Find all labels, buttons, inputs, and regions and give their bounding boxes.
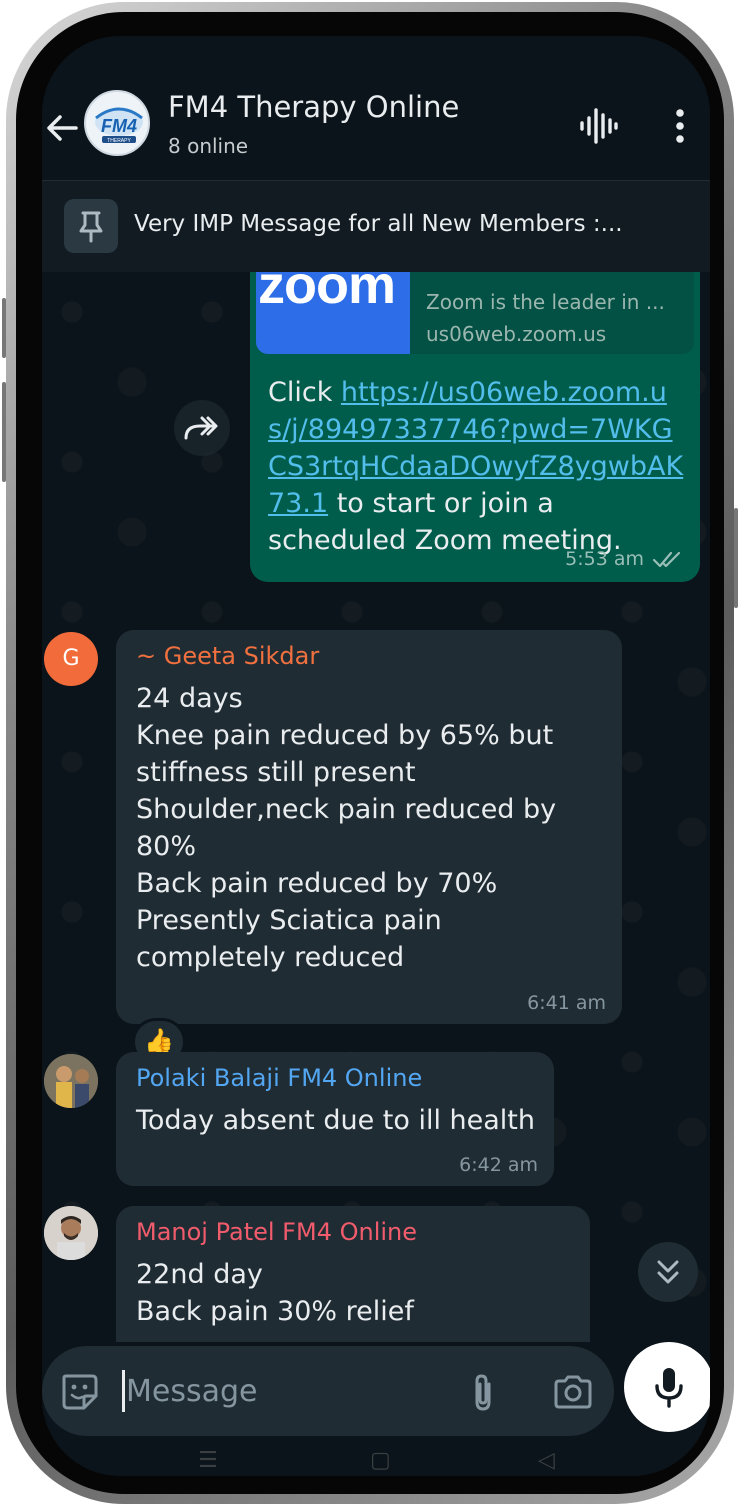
side-button-power — [734, 508, 738, 608]
pinned-message-bar[interactable]: Very IMP Message for all New Members :..… — [42, 180, 710, 272]
message-text: 22nd day Back pain 30% relief — [136, 1256, 414, 1330]
message-line: Back pain 30% relief — [136, 1296, 414, 1327]
message-text: Click https://us06web.zoom.us/j/89497337… — [268, 374, 688, 559]
paperclip-icon — [475, 1374, 491, 1411]
nav-back-icon[interactable]: ◁ — [538, 1448, 555, 1473]
link-preview-domain: us06web.zoom.us — [426, 322, 607, 346]
message-line: Knee pain reduced by 65% but — [136, 720, 554, 751]
forward-icon — [184, 416, 218, 440]
link-preview[interactable]: zoom Zoom is the leader in ... us06web.z… — [256, 272, 694, 354]
message-text: Today absent due to ill health — [136, 1102, 535, 1139]
sender-name[interactable]: ~ Geeta Sikdar — [136, 642, 319, 670]
home-icon[interactable]: ▢ — [370, 1448, 391, 1473]
double-chevron-down-icon — [657, 1260, 679, 1284]
chat-title[interactable]: FM4 Therapy Online — [168, 90, 459, 124]
forward-button[interactable] — [174, 400, 230, 456]
message-time: 6:42 am — [459, 1154, 538, 1176]
side-button-volume-up — [2, 298, 6, 358]
group-avatar[interactable]: FM4 THERAPY — [84, 90, 150, 156]
voice-chat-button[interactable] — [578, 106, 620, 146]
link-preview-description: Zoom is the leader in ... — [426, 290, 665, 314]
sender-name[interactable]: Polaki Balaji FM4 Online — [136, 1064, 422, 1092]
message-text: 24 days Knee pain reduced by 65% but sti… — [136, 680, 556, 976]
chat-header: FM4 THERAPY FM4 Therapy Online 8 online — [42, 36, 710, 180]
avatar-geeta[interactable]: G — [44, 632, 98, 686]
message-line: Presently Sciatica pain — [136, 905, 442, 936]
avatar-polaki[interactable] — [44, 1054, 98, 1108]
message-text-prefix: Click — [268, 377, 341, 408]
more-options-button[interactable] — [668, 106, 692, 146]
mic-icon — [655, 1368, 683, 1408]
message-time: 5:53 am — [565, 548, 644, 570]
message-line: Shoulder,neck pain reduced by — [136, 794, 557, 825]
side-button-volume-down — [2, 382, 6, 482]
sticker-icon — [62, 1374, 98, 1410]
message-time: 6:41 am — [527, 992, 606, 1014]
composer-bar — [42, 1346, 614, 1436]
screen: FM4 THERAPY FM4 Therapy Online 8 online — [42, 36, 710, 1476]
sticker-button[interactable] — [58, 1370, 100, 1412]
message-line: 24 days — [136, 683, 243, 714]
back-button[interactable] — [42, 108, 82, 148]
pin-icon — [64, 199, 118, 253]
zoom-logo-text: zoom — [258, 272, 396, 315]
phone-frame: FM4 THERAPY FM4 Therapy Online 8 online — [2, 2, 738, 1504]
attach-button[interactable] — [468, 1372, 498, 1412]
svg-text:FM4: FM4 — [101, 116, 137, 136]
scroll-to-bottom-button[interactable] — [638, 1242, 698, 1302]
message-line: stiffness still present — [136, 757, 416, 788]
message-input[interactable] — [126, 1366, 446, 1416]
zoom-thumbnail: zoom — [256, 272, 410, 354]
camera-icon — [554, 1375, 592, 1409]
system-nav-bar: ☰ ▢ ◁ — [42, 1446, 710, 1476]
back-arrow-icon — [47, 115, 78, 141]
double-check-icon — [652, 550, 684, 570]
online-count: 8 online — [168, 134, 249, 158]
avatar-manoj[interactable] — [44, 1206, 98, 1260]
sender-name[interactable]: Manoj Patel FM4 Online — [136, 1218, 417, 1246]
incoming-message[interactable]: Manoj Patel FM4 Online 22nd day Back pai… — [116, 1206, 590, 1342]
message-line: completely reduced — [136, 942, 405, 973]
svg-text:THERAPY: THERAPY — [107, 138, 131, 144]
message-line: Back pain reduced by 70% — [136, 868, 498, 899]
text-caret — [122, 1370, 125, 1412]
mic-button[interactable] — [624, 1342, 710, 1432]
recent-apps-icon[interactable]: ☰ — [198, 1448, 218, 1473]
message-line: 80% — [136, 831, 197, 862]
message-list[interactable]: zoom Zoom is the leader in ... us06web.z… — [42, 272, 710, 1342]
message-line: Today absent due to ill health — [136, 1105, 536, 1136]
incoming-message[interactable]: ~ Geeta Sikdar 24 days Knee pain reduced… — [116, 630, 622, 1024]
more-vert-icon — [676, 109, 684, 143]
message-line: 22nd day — [136, 1259, 263, 1290]
incoming-message[interactable]: Polaki Balaji FM4 Online Today absent du… — [116, 1052, 554, 1186]
camera-button[interactable] — [552, 1374, 594, 1410]
group-logo: FM4 THERAPY — [95, 107, 143, 144]
pinned-message-text: Very IMP Message for all New Members :..… — [134, 211, 623, 237]
voice-chat-icon — [580, 108, 618, 144]
outgoing-message[interactable]: zoom Zoom is the leader in ... us06web.z… — [250, 272, 700, 582]
